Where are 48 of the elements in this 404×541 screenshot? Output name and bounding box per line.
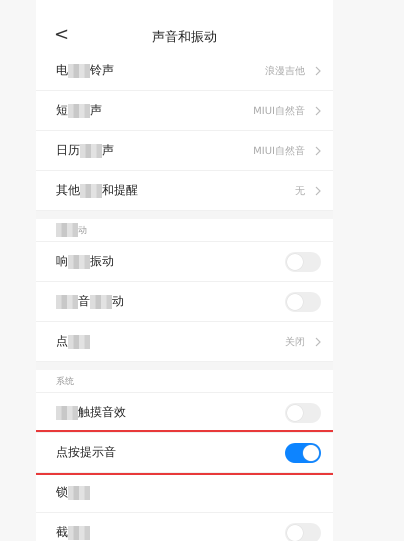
toggle-switch[interactable] <box>285 402 321 422</box>
toggle-switch[interactable] <box>285 252 321 272</box>
mosaic-block <box>90 294 112 308</box>
row-label: 和提醒 <box>102 182 138 199</box>
chevron-icon <box>315 146 321 156</box>
section-heading: 动 <box>78 224 87 236</box>
toggle-switch[interactable] <box>285 292 321 312</box>
section-heading: 系统 <box>56 376 74 388</box>
mosaic-block <box>68 64 90 78</box>
back-button[interactable]: < <box>50 24 74 45</box>
mosaic-block <box>68 104 90 118</box>
row-label: 截 <box>56 524 68 541</box>
toggle-switch[interactable] <box>285 522 321 541</box>
row-value: 浪漫吉他 <box>265 64 305 78</box>
chevron-icon <box>315 336 321 346</box>
mosaic-block <box>56 406 78 420</box>
mosaic-block <box>68 334 90 348</box>
row-label: 响 <box>56 253 68 270</box>
row-label: 电 <box>56 62 68 79</box>
row-label: 锁 <box>56 484 68 501</box>
row-label: 点 <box>56 333 68 350</box>
row-label: 其他 <box>56 182 80 199</box>
mosaic-block <box>80 184 102 198</box>
mosaic-block <box>68 254 90 268</box>
row-label: 短 <box>56 102 68 119</box>
chevron-icon <box>315 66 321 76</box>
toggle-switch[interactable] <box>285 442 321 462</box>
row-label: 点按提示音 <box>56 444 116 461</box>
mosaic-block <box>80 144 102 158</box>
mosaic-block <box>68 526 90 540</box>
mosaic-block <box>56 294 78 308</box>
row-value: 关闭 <box>285 336 305 348</box>
row-label: 声 <box>102 142 114 159</box>
chevron-icon <box>315 106 321 116</box>
row-label: 动 <box>112 293 124 310</box>
row-value: 无 <box>295 184 305 198</box>
mosaic-block <box>56 223 78 237</box>
row-label: 声 <box>90 102 102 119</box>
chevron-icon <box>315 186 321 196</box>
row-value: MIUI自然音 <box>253 104 305 118</box>
row-value: MIUI自然音 <box>253 144 305 158</box>
row-label: 日历 <box>56 142 80 159</box>
row-label: 铃声 <box>90 62 114 79</box>
row-label: 振动 <box>90 253 114 270</box>
page-title: 声音和振动 <box>152 29 217 46</box>
mosaic-block <box>68 486 90 500</box>
row-label: 触摸音效 <box>78 404 126 421</box>
row-label: 音 <box>78 293 90 310</box>
